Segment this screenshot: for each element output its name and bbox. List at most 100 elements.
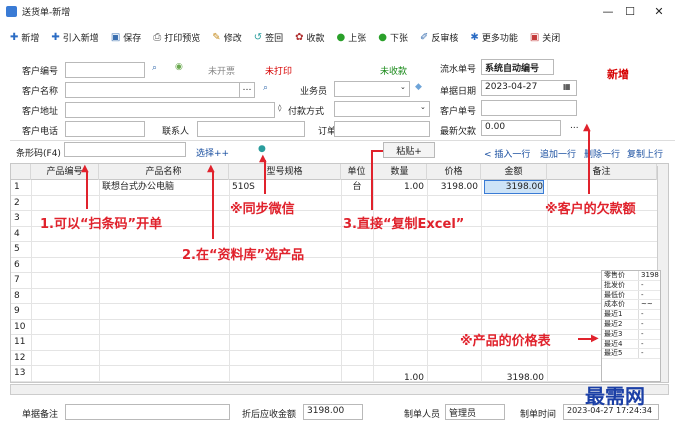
arrow-head-icon: ▲: [259, 153, 267, 164]
customer-browse-button[interactable]: …: [239, 82, 255, 98]
grid-cell-n: 12: [14, 352, 26, 363]
grid-cell-n: 1: [14, 182, 20, 192]
paste-button[interactable]: 粘贴+: [383, 142, 435, 158]
prev-button[interactable]: ● 上张: [337, 31, 367, 44]
price-key: 最近2: [602, 319, 639, 329]
maker-field: 管理员: [445, 404, 505, 420]
grid-cell-price[interactable]: 3198.00: [430, 180, 478, 195]
mode-label: 新增: [607, 68, 629, 81]
new-button[interactable]: ✚ 新增: [10, 31, 39, 44]
table-row[interactable]: 6: [11, 258, 668, 273]
more-icon: ✱: [470, 31, 479, 43]
salesperson-select[interactable]: [334, 81, 410, 97]
unapprove-button[interactable]: ✐ 反审核: [420, 31, 458, 44]
grid-cell-name[interactable]: 联想台式办公电脑: [102, 180, 226, 195]
save-button-label: 保存: [123, 33, 142, 44]
search-icon[interactable]: ⌕: [152, 63, 157, 73]
maximize-button[interactable]: ☐: [616, 0, 644, 22]
price-key: 最近5: [602, 349, 639, 359]
more-button[interactable]: ✱ 更多功能: [470, 31, 517, 44]
modify-button[interactable]: ✎ 修改: [212, 31, 241, 44]
grid-cell-amount[interactable]: 3198.00: [484, 180, 544, 194]
print-preview-button-label: 打印预览: [164, 33, 201, 44]
unapprove-button-label: 反审核: [431, 33, 459, 44]
close-window-button[interactable]: ✕: [645, 0, 673, 22]
price-value: -: [641, 339, 644, 348]
debt-more-button[interactable]: ...: [570, 121, 579, 131]
app-icon: [6, 5, 17, 17]
arrow-head-icon: ▲: [207, 163, 215, 174]
cust-order-label: 客户单号: [440, 107, 477, 117]
next-button-label: 下张: [390, 33, 409, 44]
modify-icon: ✎: [212, 31, 221, 43]
print-preview-button[interactable]: ⎙ 打印预览: [153, 31, 200, 44]
wechat-icon[interactable]: ◉: [175, 62, 183, 72]
next-button[interactable]: ● 下张: [378, 31, 408, 44]
annotation-barcode: 1.可以“扫条码”开单: [40, 217, 163, 232]
close-button[interactable]: ▣ 关闭: [530, 31, 560, 44]
grid-cell-n: 6: [14, 259, 20, 270]
remark-label: 单据备注: [22, 410, 59, 420]
order-no-field[interactable]: [334, 121, 430, 137]
grid-cell-unit[interactable]: 台: [344, 180, 370, 195]
column-header[interactable]: 金额: [481, 164, 547, 180]
price-key: 零售价: [602, 271, 639, 280]
payment-select[interactable]: [334, 101, 430, 117]
select-link[interactable]: 选择++: [196, 146, 229, 159]
discount-label: 折后应收金额: [242, 410, 297, 420]
add-row-link[interactable]: 追加一行: [540, 147, 576, 160]
table-row[interactable]: 13: [11, 366, 668, 382]
grid-cell-qty[interactable]: 1.00: [376, 180, 424, 195]
grid-cell-spec[interactable]: 510S: [232, 180, 338, 195]
return-button[interactable]: ↺ 签回: [254, 31, 283, 44]
table-row[interactable]: 9: [11, 304, 668, 320]
grid-cell-n: 7: [14, 275, 20, 285]
prev-button-label: 上张: [348, 33, 367, 44]
price-key: 最近1: [602, 310, 639, 319]
customer-search-icon[interactable]: ⌕: [263, 83, 268, 93]
barcode-input[interactable]: [64, 142, 186, 157]
table-row[interactable]: 10: [11, 320, 668, 335]
price-value: -: [641, 310, 644, 319]
payment-label: 付款方式: [288, 107, 325, 117]
customer-name-field[interactable]: [65, 82, 255, 98]
arrow-line: [264, 160, 266, 194]
collect-icon: ✿: [295, 31, 304, 43]
table-row[interactable]: 11: [11, 335, 668, 351]
calendar-icon[interactable]: ▦: [563, 82, 571, 91]
save-button[interactable]: ▣ 保存: [111, 31, 141, 44]
price-value: -: [641, 280, 644, 289]
cust-order-field[interactable]: [481, 100, 577, 116]
column-header[interactable]: 价格: [427, 164, 481, 180]
copy-row-link[interactable]: 复制上行: [627, 147, 663, 160]
collect-button[interactable]: ✿ 收款: [295, 31, 324, 44]
import-new-button[interactable]: ✚ 引入新增: [51, 31, 98, 44]
table-row[interactable]: 12: [11, 351, 668, 366]
insert-row-link[interactable]: < 插入一行: [484, 147, 530, 160]
table-row[interactable]: 1 联想台式办公电脑 510S 台 1.00 3198.00 3198.00: [11, 180, 668, 196]
column-header[interactable]: 备注: [547, 164, 657, 180]
column-header[interactable]: 型号规格: [229, 164, 341, 180]
price-key: 批发价: [602, 280, 639, 290]
customer-code-field[interactable]: [65, 62, 145, 78]
product-grid[interactable]: 产品编号 产品名称 型号规格 单位 数量 价格 金额 备注 1 联想台式办公电脑 510S 台 1.0…: [10, 163, 669, 383]
table-row[interactable]: 5: [11, 242, 668, 258]
price-row: 成本价 ~~: [602, 300, 660, 311]
contact-label: 联系人: [162, 127, 190, 137]
remark-field[interactable]: [65, 404, 230, 420]
collect-button-label: 收款: [306, 33, 325, 44]
table-row[interactable]: 7: [11, 273, 668, 289]
price-value: -: [641, 290, 644, 299]
contact-field[interactable]: [197, 121, 305, 137]
chevron-down-icon: ⌄: [400, 83, 406, 91]
serial-field[interactable]: 系统自动编号: [481, 59, 554, 75]
customer-phone-field[interactable]: [65, 121, 145, 137]
time-label: 制单时间: [520, 410, 557, 420]
table-row[interactable]: 8: [11, 289, 668, 304]
customer-address-field[interactable]: [65, 102, 275, 118]
column-header[interactable]: 数量: [373, 164, 427, 180]
horizontal-scrollbar[interactable]: [10, 384, 669, 395]
arrow-line: [212, 171, 214, 239]
eraser-icon[interactable]: ◆: [415, 82, 422, 92]
column-header[interactable]: 单位: [341, 164, 373, 180]
